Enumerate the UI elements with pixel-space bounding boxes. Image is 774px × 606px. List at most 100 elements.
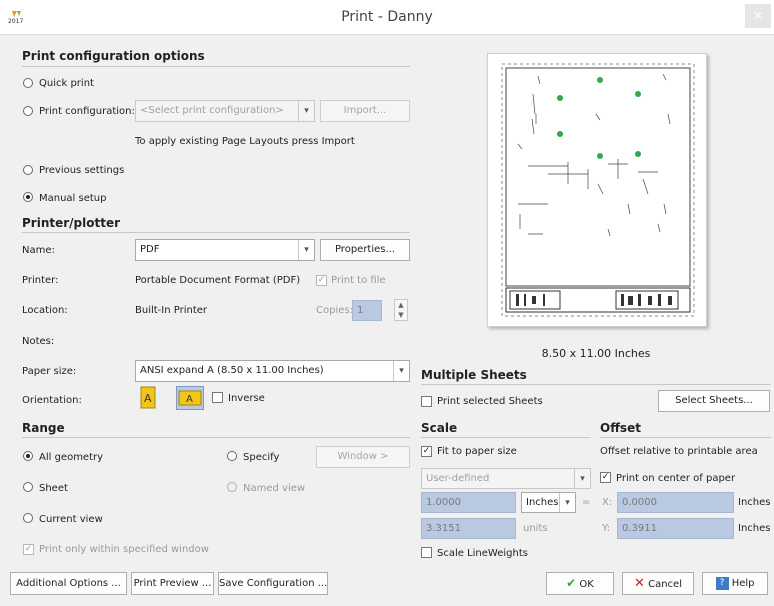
print-config-heading: Print configuration options xyxy=(22,49,205,63)
notes-label: Notes: xyxy=(22,336,55,347)
copies-spinner[interactable]: ▲ ▼ xyxy=(394,299,408,321)
landscape-orientation-icon[interactable]: A xyxy=(176,386,204,410)
specify-radio[interactable] xyxy=(227,451,237,461)
save-configuration-button[interactable]: Save Configuration ... xyxy=(218,572,328,595)
svg-text:A: A xyxy=(186,394,193,405)
current-view-label: Current view xyxy=(39,514,103,525)
printer-name-label: Name: xyxy=(22,245,55,256)
scale-units-input[interactable]: 3.3151 xyxy=(421,518,516,539)
ok-button[interactable]: ✔ OK xyxy=(546,572,614,595)
previous-settings-label: Previous settings xyxy=(39,165,125,176)
copies-input[interactable]: 1 xyxy=(352,300,382,321)
svg-text:A: A xyxy=(144,392,152,405)
fit-to-paper-checkbox[interactable]: ✓ xyxy=(421,446,432,457)
inverse-label: Inverse xyxy=(228,393,265,404)
checkmark-icon: ✔ xyxy=(566,576,577,590)
scale-lineweights-checkbox[interactable] xyxy=(421,547,432,558)
named-view-radio[interactable] xyxy=(227,482,237,492)
print-configuration-label: Print configuration: xyxy=(39,106,135,117)
print-preview-paper xyxy=(487,53,707,327)
multiple-sheets-heading: Multiple Sheets xyxy=(421,368,527,382)
print-only-window-checkbox[interactable]: ✓ xyxy=(23,544,34,555)
divider xyxy=(600,437,771,438)
offset-x-label: X: xyxy=(602,497,613,508)
sheet-radio[interactable] xyxy=(23,482,33,492)
cancel-x-icon: ✕ xyxy=(634,576,645,591)
specify-label: Specify xyxy=(243,452,280,463)
all-geometry-radio[interactable] xyxy=(23,451,33,461)
printer-heading: Printer/plotter xyxy=(22,216,121,230)
offset-heading: Offset xyxy=(600,421,641,435)
print-to-file-label: Print to file xyxy=(331,275,386,286)
window-title: Print - Danny xyxy=(341,9,433,25)
copies-label: Copies: xyxy=(316,305,353,316)
chevron-down-icon: ▾ xyxy=(298,101,314,121)
print-selected-sheets-label: Print selected Sheets xyxy=(437,396,543,407)
divider xyxy=(421,437,591,438)
help-button[interactable]: ? Help xyxy=(702,572,768,595)
location-value: Built-In Printer xyxy=(135,305,208,316)
divider xyxy=(22,66,410,67)
close-icon[interactable]: ✕ xyxy=(745,4,771,28)
quick-print-radio[interactable] xyxy=(23,78,33,88)
printer-label: Printer: xyxy=(22,275,59,286)
additional-options-button[interactable]: Additional Options ... xyxy=(10,572,127,595)
print-to-file-checkbox[interactable]: ✓ xyxy=(316,275,327,286)
print-center-checkbox[interactable]: ✓ xyxy=(600,472,611,483)
chevron-down-icon: ▾ xyxy=(298,240,314,260)
printer-value: Portable Document Format (PDF) xyxy=(135,275,301,286)
inverse-checkbox[interactable] xyxy=(212,392,223,403)
offset-y-label: Y: xyxy=(602,523,611,534)
help-icon: ? xyxy=(715,576,729,590)
print-center-label: Print on center of paper xyxy=(616,473,736,484)
select-sheets-button[interactable]: Select Sheets... xyxy=(658,390,770,412)
scale-heading: Scale xyxy=(421,421,458,435)
paper-size-select[interactable]: ANSI expand A (8.50 x 11.00 Inches) ▾ xyxy=(135,360,410,382)
scale-value-input[interactable]: 1.0000 xyxy=(421,492,516,513)
chevron-down-icon: ▾ xyxy=(393,361,409,381)
print-configuration-radio[interactable] xyxy=(23,106,33,116)
print-only-window-label: Print only within specified window xyxy=(39,544,209,555)
print-selected-sheets-checkbox[interactable] xyxy=(421,396,432,407)
offset-x-unit: Inches xyxy=(738,497,771,508)
previous-settings-radio[interactable] xyxy=(23,165,33,175)
printer-name-value: PDF xyxy=(140,244,160,255)
paper-size-value: ANSI expand A (8.50 x 11.00 Inches) xyxy=(140,365,324,376)
help-label: Help xyxy=(731,578,755,589)
range-heading: Range xyxy=(22,421,65,435)
manual-setup-label: Manual setup xyxy=(39,193,107,204)
scale-type-select[interactable]: User-defined ▾ xyxy=(421,468,591,489)
manual-setup-radio[interactable] xyxy=(23,192,33,202)
portrait-orientation-icon[interactable]: A xyxy=(135,386,161,410)
import-button[interactable]: Import... xyxy=(320,100,410,122)
offset-y-input[interactable]: 0.3911 xyxy=(617,518,734,539)
import-hint: To apply existing Page Layouts press Imp… xyxy=(135,136,355,147)
cancel-button[interactable]: ✕ Cancel xyxy=(622,572,694,595)
print-configuration-value: <Select print configuration> xyxy=(140,105,284,116)
sheet-label: Sheet xyxy=(39,483,68,494)
equals-sign: = xyxy=(582,497,591,508)
properties-button[interactable]: Properties... xyxy=(320,239,410,261)
spinner-down-icon: ▼ xyxy=(398,311,404,319)
offset-subtitle: Offset relative to printable area xyxy=(600,446,758,457)
divider xyxy=(22,232,410,233)
print-preview-button[interactable]: Print Preview ... xyxy=(131,572,214,595)
chevron-down-icon: ▾ xyxy=(574,469,590,488)
scale-lineweights-label: Scale LineWeights xyxy=(437,548,528,559)
cancel-label: Cancel xyxy=(648,579,682,590)
printer-name-select[interactable]: PDF ▾ xyxy=(135,239,315,261)
units-label: units xyxy=(523,523,548,534)
window-button[interactable]: Window > xyxy=(316,446,410,468)
orientation-label: Orientation: xyxy=(22,395,82,406)
print-configuration-select[interactable]: <Select print configuration> ▾ xyxy=(135,100,315,122)
chevron-down-icon: ▾ xyxy=(559,493,575,512)
paper-size-caption: 8.50 x 11.00 Inches xyxy=(541,347,651,360)
current-view-radio[interactable] xyxy=(23,513,33,523)
scale-unit-select[interactable]: Inches ▾ xyxy=(521,492,576,513)
ok-label: OK xyxy=(579,579,594,590)
all-geometry-label: All geometry xyxy=(39,452,104,463)
spinner-up-icon: ▲ xyxy=(398,301,404,309)
paper-size-label: Paper size: xyxy=(22,366,77,377)
offset-x-input[interactable]: 0.0000 xyxy=(617,492,734,513)
fit-to-paper-label: Fit to paper size xyxy=(437,446,517,457)
